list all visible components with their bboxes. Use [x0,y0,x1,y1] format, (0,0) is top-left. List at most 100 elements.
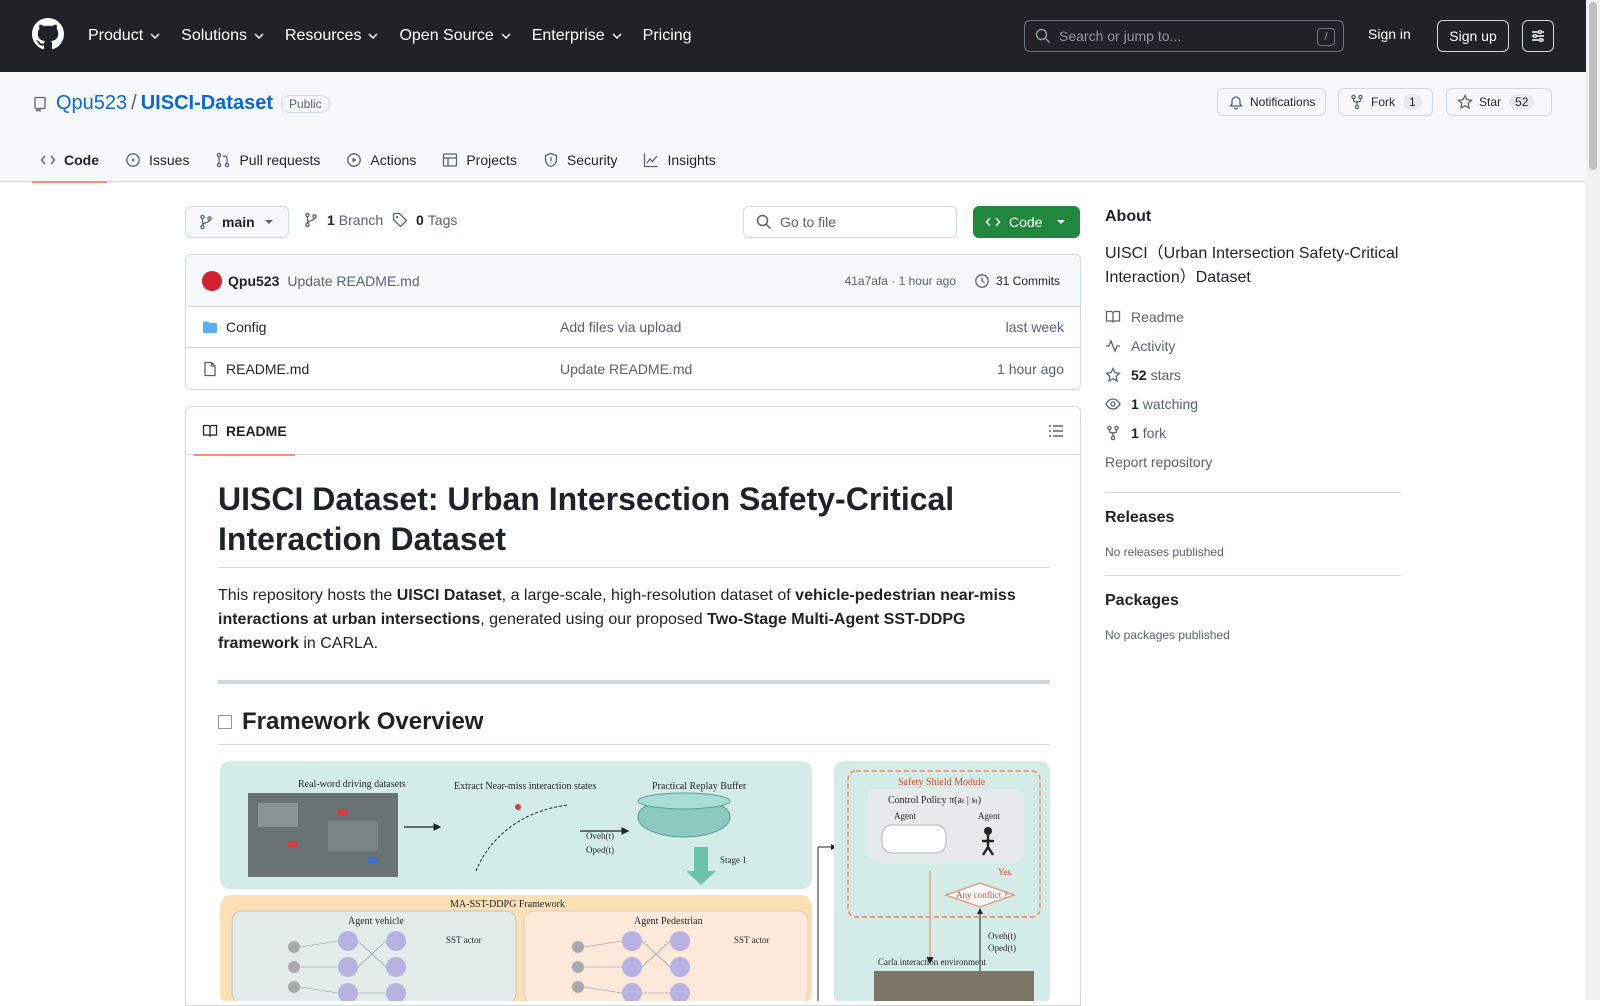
site-menu-button[interactable] [1522,20,1554,52]
fork-button[interactable]: Fork 1 [1338,88,1433,116]
stars-link[interactable]: 52 stars [1105,360,1401,389]
forks-link[interactable]: 1 fork [1105,418,1401,447]
fig-sst-actor-label-2: SST actor [734,935,770,945]
table-icon [443,153,458,167]
repo-name-link[interactable]: UISCI-Dataset [141,92,273,115]
star-icon [1105,366,1121,382]
notifications-button[interactable]: Notifications [1217,88,1327,116]
readme-tab[interactable]: README [194,407,295,456]
star-icon [1457,94,1473,110]
history-icon [975,273,989,288]
about-sidebar: About UISCI（Urban Intersection Safety-Cr… [1105,208,1401,642]
book-icon [202,424,218,437]
pulse-icon [1106,338,1120,353]
tab-actions[interactable]: Actions [338,138,424,182]
branch-icon [305,212,317,228]
table-row[interactable]: Config Add files via upload last week [186,307,1080,348]
fig-carla-label: Carla interaction environment [878,957,986,967]
code-dropdown-button[interactable]: Code [973,206,1080,238]
caret-down-icon [1057,220,1065,224]
activity-link[interactable]: Activity [1105,331,1401,360]
repo-icon [34,96,46,112]
list-icon[interactable] [1048,423,1064,439]
tab-projects[interactable]: Projects [434,138,525,182]
commit-message-link[interactable]: Update README.md [287,273,419,289]
commits-link[interactable]: 31 Commits [974,273,1060,289]
avatar[interactable] [202,270,222,291]
fig-o-ped: Oped(t) [586,845,614,855]
table-row[interactable]: README.md Update README.md 1 hour ago [186,348,1080,389]
readme-link[interactable]: Readme [1105,302,1401,331]
pull-request-icon [217,152,230,168]
fig-yes-label: Yes [998,867,1012,877]
tab-pull-requests[interactable]: Pull requests [207,138,328,182]
tag-count-link[interactable]: 0 Tags [392,212,457,228]
readme-panel: README UISCI Dataset: Urban Intersection… [185,406,1081,1006]
fig-shield-label: Safety Shield Module [898,777,986,788]
fig-agent-vehicle-label: Agent vehicle [348,916,404,927]
nav-solutions[interactable]: Solutions [181,27,265,45]
tab-code[interactable]: Code [32,138,107,183]
search-input[interactable]: Search or jump to... / [1024,20,1344,52]
readme-title: UISCI Dataset: Urban Intersection Safety… [218,479,1050,568]
folder-icon [203,321,217,333]
file-list: Qpu523 Update README.md 41a7afa · 1 hour… [185,254,1081,390]
github-logo-icon[interactable] [32,18,64,50]
nav-product[interactable]: Product [88,27,161,45]
branch-select-button[interactable]: main [185,206,289,238]
tab-security[interactable]: Security [535,138,626,182]
fig-conflict-label: Any conflict ? [956,890,1007,900]
tab-insights[interactable]: Insights [635,138,723,182]
issue-icon [126,153,140,167]
scrollbar-thumb[interactable] [1589,2,1597,170]
tab-issues[interactable]: Issues [117,138,197,182]
fig-agent-ped-label: Agent Pedestrian [634,916,703,927]
file-commit-date: last week [1005,319,1064,335]
play-circle-icon [347,153,362,167]
caret-down-icon [265,220,273,224]
fig-sst-actor-label: SST actor [446,935,482,945]
fig-agent-label: Agent [894,811,916,821]
fig-buffer-label: Practical Replay Buffer [652,781,747,792]
chevron-down-icon [612,33,622,40]
branch-count-link[interactable]: 1 Branch [303,212,383,228]
latest-commit-row: Qpu523 Update README.md 41a7afa · 1 hour… [186,255,1080,307]
go-to-file-input[interactable]: Go to file [743,206,957,238]
page-scrollbar[interactable] [1586,0,1600,1000]
fig-o-veh-2: Oveh(t) [988,931,1016,941]
nav-open-source[interactable]: Open Source [399,27,511,45]
commit-hash-time[interactable]: 41a7afa · 1 hour ago [845,274,956,288]
packages-heading[interactable]: Packages [1105,592,1401,610]
fig-o-ped-2: Oped(t) [988,943,1016,953]
sign-in-link[interactable]: Sign in [1368,26,1411,42]
repo-separator: / [131,92,137,114]
releases-heading[interactable]: Releases [1105,509,1401,527]
file-commit-message[interactable]: Add files via upload [560,319,681,335]
star-button[interactable]: Star 52 [1446,88,1552,116]
fig-stage1-label: Stage 1 [720,855,747,865]
nav-resources[interactable]: Resources [285,27,379,45]
file-name-link[interactable]: Config [226,319,266,335]
watching-link[interactable]: 1 watching [1105,389,1401,418]
nav-enterprise[interactable]: Enterprise [532,27,623,45]
star-count: 52 [1509,94,1535,110]
chevron-down-icon [254,33,264,40]
search-icon [756,214,772,230]
releases-empty: No releases published [1105,545,1224,559]
eye-icon [1105,397,1121,410]
repo-header: Qpu523 / UISCI-Dataset Public Notificati… [0,72,1586,183]
file-name-link[interactable]: README.md [226,361,309,377]
report-repository-link[interactable]: Report repository [1105,447,1401,476]
search-icon [1035,28,1051,44]
book-icon [1105,310,1121,323]
sliders-icon [1532,30,1544,42]
sign-up-button[interactable]: Sign up [1437,20,1509,52]
repo-owner-link[interactable]: Qpu523 [56,92,127,115]
nav-pricing[interactable]: Pricing [643,27,692,45]
file-commit-message[interactable]: Update README.md [560,361,692,377]
commit-author-link[interactable]: Qpu523 [228,273,279,289]
packages-empty: No packages published [1105,628,1230,642]
divider [1105,575,1401,576]
code-icon [40,155,56,165]
fork-icon [1351,94,1363,110]
